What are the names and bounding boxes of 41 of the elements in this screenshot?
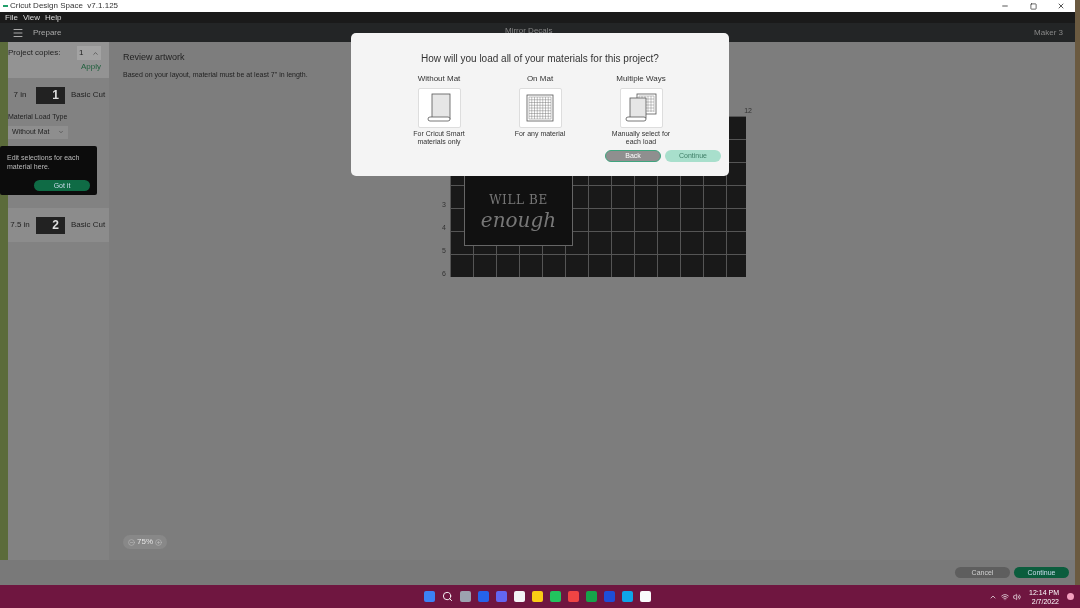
artwork-text: enough (480, 209, 557, 231)
menu-icon[interactable] (12, 26, 24, 39)
minimize-icon (1001, 2, 1009, 10)
copies-label: Project copies: (8, 47, 61, 59)
mat-length: 7 in (12, 89, 28, 101)
option-card[interactable] (417, 88, 461, 128)
option-card[interactable] (518, 88, 562, 128)
roll-and-mat-icon (625, 93, 657, 123)
zoom-out-icon[interactable] (128, 538, 135, 546)
spinner-icon[interactable] (92, 49, 99, 57)
machine-name[interactable]: Maker 3 (1034, 26, 1063, 39)
material-roll-icon (427, 93, 451, 123)
artwork-text: WILL BE (489, 192, 548, 209)
search-icon[interactable] (442, 591, 453, 602)
mat-length: 7.5 in (9, 219, 31, 231)
option-title: Multiple Ways (616, 73, 666, 85)
mat-row[interactable]: 7.5 in 2 Basic Cut (8, 208, 109, 242)
maximize-icon (1029, 2, 1037, 10)
project-name: Mirror Decals (505, 25, 553, 37)
window-title: Cricut Design Space v7.1.125 (10, 0, 119, 12)
dialog-title: How will you load all of your materials for this project? (421, 52, 659, 66)
zoom-in-icon[interactable] (155, 538, 162, 546)
copies-field[interactable]: 1 (77, 46, 101, 60)
cutting-mat-icon (526, 94, 554, 122)
wifi-icon[interactable] (1001, 592, 1010, 601)
caret-icon (58, 129, 64, 135)
notification-icon[interactable] (1067, 593, 1074, 600)
menu-item[interactable]: View (22, 12, 41, 23)
option-card[interactable] (619, 88, 663, 128)
mat-thumbnail: 1 (36, 86, 65, 104)
mat-thumbnail: 2 (36, 216, 65, 234)
close-icon (1057, 2, 1065, 10)
operation-label: Basic Cut (71, 89, 106, 101)
page-title: Prepare (33, 26, 62, 39)
section-title: Review artwork (123, 51, 185, 64)
operation-label: Basic Cut (71, 219, 106, 231)
option-title: On Mat (526, 73, 554, 85)
menu-item[interactable]: File (5, 12, 18, 23)
option-title: Without Mat (417, 73, 461, 85)
menu-item[interactable]: Help (45, 12, 62, 23)
volume-icon[interactable] (1013, 592, 1022, 601)
